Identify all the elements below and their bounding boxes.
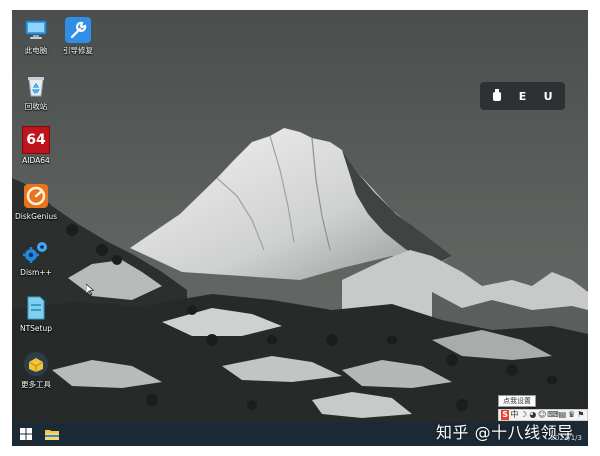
computer-icon: [22, 16, 50, 44]
usb-drive-icon[interactable]: [487, 88, 507, 105]
ime-flag-icon[interactable]: ⚑: [577, 410, 585, 420]
desktop-icon-label: 引导修复: [63, 46, 93, 55]
aida64-icon: 64: [22, 126, 50, 154]
ime-tooltip: 点我设置: [498, 395, 536, 407]
desktop-icon-label: 更多工具: [21, 380, 51, 389]
desktop-icon-label: 回收站: [24, 102, 48, 111]
windows-start-icon[interactable]: [18, 426, 34, 442]
desktop-icon-label: NTSetup: [19, 324, 53, 333]
desktop-icon-more-tools[interactable]: 更多工具: [14, 350, 58, 389]
file-explorer-icon[interactable]: [44, 426, 60, 442]
desktop-screen: 此电脑 引导修复 回收站 64 AIDA64 DiskGenius Dism++…: [12, 10, 588, 446]
mountain-wallpaper: [12, 10, 588, 446]
toolbox-icon: [22, 350, 50, 378]
drive-toolbar: E U: [480, 82, 565, 110]
desktop-icon-label: AIDA64: [22, 156, 50, 165]
mouse-cursor-icon: [86, 284, 94, 296]
desktop-icon-diskgenius[interactable]: DiskGenius: [14, 182, 58, 221]
gears-icon: [22, 238, 50, 266]
desktop-icon-aida64[interactable]: 64 AIDA64: [14, 126, 58, 165]
recycle-bin-icon: [22, 72, 50, 100]
desktop-icon-this-pc[interactable]: 此电脑: [14, 16, 58, 55]
diskgenius-icon: [22, 182, 50, 210]
desktop-icon-label: 此电脑: [24, 46, 48, 55]
watermark-text: 知乎 @十八线领导: [436, 423, 574, 442]
wrench-icon: [64, 16, 92, 44]
ntsetup-icon: [22, 294, 50, 322]
desktop-icon-recycle-bin[interactable]: 回收站: [14, 72, 58, 111]
desktop-icon-label: DiskGenius: [14, 212, 58, 221]
desktop-icon-ntsetup[interactable]: NTSetup: [14, 294, 58, 333]
desktop-icon-label: Dism++: [20, 268, 52, 277]
drive-e-button[interactable]: E: [512, 90, 532, 103]
aida64-glyph-text: 64: [26, 132, 46, 148]
desktop-icon-boot-repair[interactable]: 引导修复: [56, 16, 100, 55]
drive-u-button[interactable]: U: [538, 90, 558, 103]
desktop-icon-dism[interactable]: Dism++: [14, 238, 58, 277]
